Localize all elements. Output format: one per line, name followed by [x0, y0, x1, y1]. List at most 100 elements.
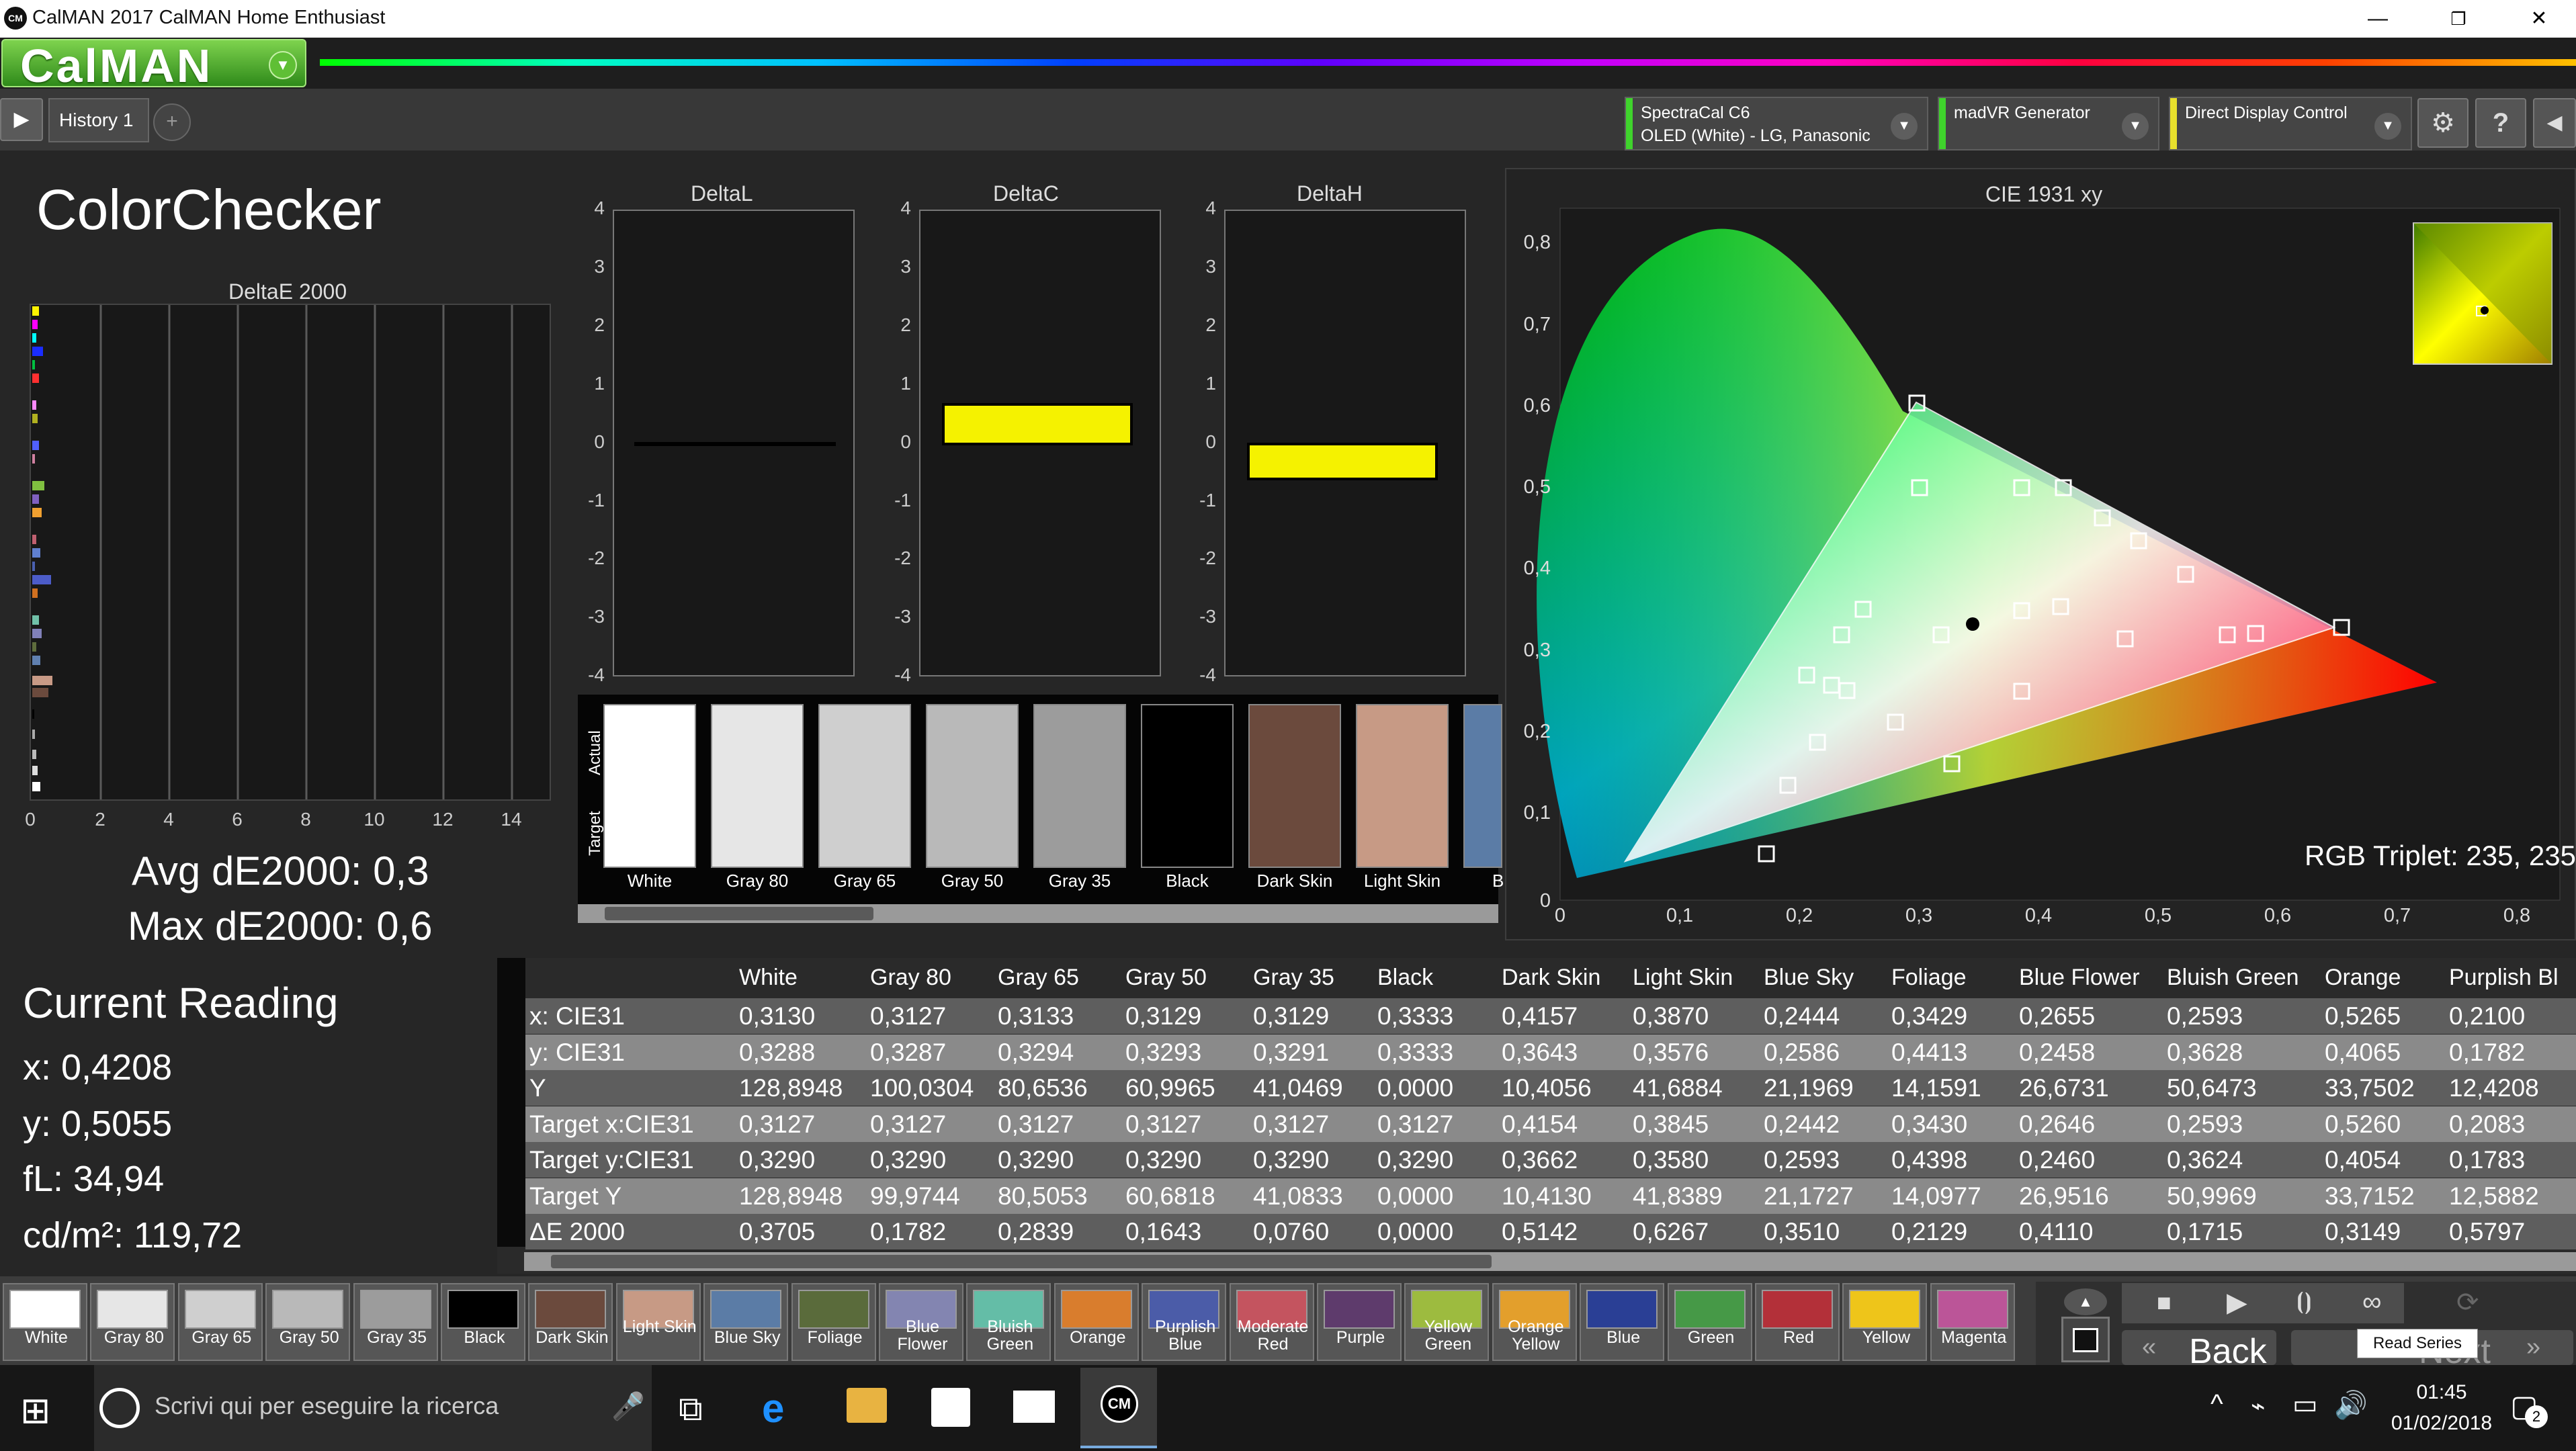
- continuous-read-icon[interactable]: ∞: [2362, 1287, 2382, 1317]
- display-icon[interactable]: ▭: [2292, 1389, 2318, 1420]
- stop-icon[interactable]: ■: [2157, 1288, 2172, 1317]
- windows-start-icon[interactable]: ⊞: [20, 1389, 50, 1432]
- edge-icon[interactable]: e: [762, 1385, 784, 1432]
- table-cell: 128,8948: [739, 1074, 843, 1102]
- patch-button[interactable]: Orange: [1054, 1283, 1139, 1361]
- device-line2: OLED (White) - LG, Panasonic: [1641, 126, 1871, 145]
- add-tab-button[interactable]: +: [153, 103, 191, 141]
- color-swatch[interactable]: [818, 704, 911, 868]
- x-tick: 8: [300, 809, 311, 830]
- network-icon[interactable]: ⌁: [2251, 1392, 2266, 1420]
- deltae-bars: [32, 306, 52, 791]
- y-tick: -1: [894, 489, 911, 511]
- chevron-up-icon[interactable]: ▲: [2064, 1288, 2107, 1315]
- column-header[interactable]: Gray 50: [1125, 965, 1207, 991]
- patch-button[interactable]: Foliage: [791, 1283, 876, 1361]
- patch-button[interactable]: Bluish Green: [966, 1283, 1051, 1361]
- tab-history[interactable]: History 1: [48, 98, 149, 142]
- column-header[interactable]: Blue Flower: [2019, 965, 2140, 991]
- mail-icon[interactable]: [1013, 1391, 1055, 1423]
- play-icon[interactable]: ▶: [2227, 1287, 2247, 1318]
- search-box[interactable]: Scrivi qui per eseguire la ricerca 🎤: [94, 1365, 652, 1451]
- task-view-icon[interactable]: ⧉: [679, 1389, 703, 1429]
- meter-device-selector[interactable]: SpectraCal C6 OLED (White) - LG, Panason…: [1625, 97, 1928, 150]
- y-tick: 2: [900, 314, 911, 335]
- column-header[interactable]: Gray 35: [1253, 965, 1334, 991]
- display-device-selector[interactable]: Direct Display Control ▼: [2169, 97, 2412, 150]
- column-header[interactable]: White: [739, 965, 798, 991]
- clock-time[interactable]: 01:45: [2388, 1381, 2495, 1404]
- column-header[interactable]: Light Skin: [1633, 965, 1733, 991]
- generator-device-selector[interactable]: madVR Generator ▼: [1938, 97, 2159, 150]
- color-swatch[interactable]: [1463, 704, 1502, 868]
- microphone-icon[interactable]: 🎤: [611, 1391, 645, 1422]
- row-label: Target x:CIE31: [529, 1110, 694, 1138]
- x-tick: 0: [25, 809, 36, 830]
- patch-button[interactable]: White: [3, 1283, 87, 1361]
- patch-button[interactable]: Yellow: [1842, 1283, 1928, 1361]
- row-label: ΔE 2000: [529, 1218, 625, 1245]
- column-header[interactable]: Orange: [2325, 965, 2401, 991]
- table-cell: 0,3290: [998, 1146, 1074, 1174]
- settings-gear-icon[interactable]: ⚙: [2417, 98, 2468, 148]
- refresh-icon[interactable]: ⟳: [2456, 1287, 2479, 1318]
- clock-date[interactable]: 01/02/2018: [2388, 1412, 2495, 1435]
- color-swatch[interactable]: [1248, 704, 1341, 868]
- color-swatch[interactable]: [711, 704, 804, 868]
- calman-menu-button[interactable]: CalMAN ▼: [1, 39, 306, 92]
- help-icon[interactable]: ?: [2475, 98, 2526, 148]
- patch-button[interactable]: Gray 80: [90, 1283, 175, 1361]
- x-tick: 0,2: [1786, 905, 1813, 926]
- patch-button[interactable]: Blue Sky: [703, 1283, 789, 1361]
- column-header[interactable]: Foliage: [1891, 965, 1967, 991]
- scrollbar-thumb[interactable]: [551, 1255, 1492, 1268]
- patch-button[interactable]: Orange Yellow: [1492, 1283, 1577, 1361]
- patch-button[interactable]: Gray 35: [353, 1283, 438, 1361]
- stop-square-button[interactable]: [2061, 1317, 2110, 1362]
- patch-button[interactable]: Red: [1755, 1283, 1840, 1361]
- patch-button[interactable]: Light Skin: [615, 1283, 701, 1361]
- column-header[interactable]: Black: [1377, 965, 1433, 991]
- patch-button[interactable]: Black: [441, 1283, 525, 1361]
- file-explorer-icon[interactable]: [847, 1388, 887, 1423]
- column-header[interactable]: Blue Sky: [1764, 965, 1854, 991]
- patch-button[interactable]: Green: [1667, 1283, 1752, 1361]
- read-series-icon[interactable]: ⦗⦘: [2296, 1288, 2312, 1315]
- back-button[interactable]: « Back: [2122, 1330, 2276, 1371]
- patch-button[interactable]: Blue: [1580, 1283, 1665, 1361]
- color-swatch[interactable]: [1033, 704, 1126, 868]
- collapse-arrow-icon[interactable]: ◀: [2533, 98, 2576, 148]
- table-cell: 0,2646: [2019, 1110, 2096, 1138]
- y-tick: -1: [1199, 489, 1216, 511]
- store-icon[interactable]: [931, 1388, 970, 1427]
- calman-taskbar-app[interactable]: CM: [1080, 1368, 1157, 1448]
- column-header[interactable]: Gray 80: [870, 965, 951, 991]
- patch-button[interactable]: Gray 50: [265, 1283, 351, 1361]
- x-tick: 0,8: [2503, 905, 2530, 926]
- minimize-button[interactable]: —: [2341, 0, 2415, 38]
- color-swatch[interactable]: [926, 704, 1019, 868]
- patch-button[interactable]: Blue Flower: [879, 1283, 963, 1361]
- maximize-button[interactable]: ❐: [2421, 0, 2495, 38]
- patch-button[interactable]: Dark Skin: [528, 1283, 613, 1361]
- patch-button[interactable]: Purple: [1317, 1283, 1402, 1361]
- color-swatch[interactable]: [603, 704, 696, 868]
- chevron-up-icon[interactable]: ^: [2210, 1389, 2223, 1419]
- color-swatch[interactable]: [1141, 704, 1234, 868]
- patch-button[interactable]: Magenta: [1930, 1283, 2015, 1361]
- volume-icon[interactable]: 🔊: [2334, 1389, 2368, 1421]
- column-header[interactable]: Purplish Bl: [2449, 965, 2559, 991]
- column-header[interactable]: Gray 65: [998, 965, 1079, 991]
- patch-button[interactable]: Gray 65: [177, 1283, 263, 1361]
- patch-button[interactable]: Yellow Green: [1404, 1283, 1490, 1361]
- column-header[interactable]: Bluish Green: [2167, 965, 2299, 991]
- horizontal-scrollbar[interactable]: [524, 1252, 2576, 1271]
- patch-button[interactable]: Moderate Red: [1229, 1283, 1314, 1361]
- color-swatch[interactable]: [1356, 704, 1449, 868]
- horizontal-scrollbar[interactable]: [578, 904, 1498, 923]
- column-header[interactable]: Dark Skin: [1502, 965, 1600, 991]
- play-icon[interactable]: ▶: [0, 98, 43, 141]
- close-button[interactable]: ✕: [2502, 0, 2576, 38]
- patch-button[interactable]: Purplish Blue: [1142, 1283, 1227, 1361]
- scrollbar-thumb[interactable]: [605, 907, 873, 920]
